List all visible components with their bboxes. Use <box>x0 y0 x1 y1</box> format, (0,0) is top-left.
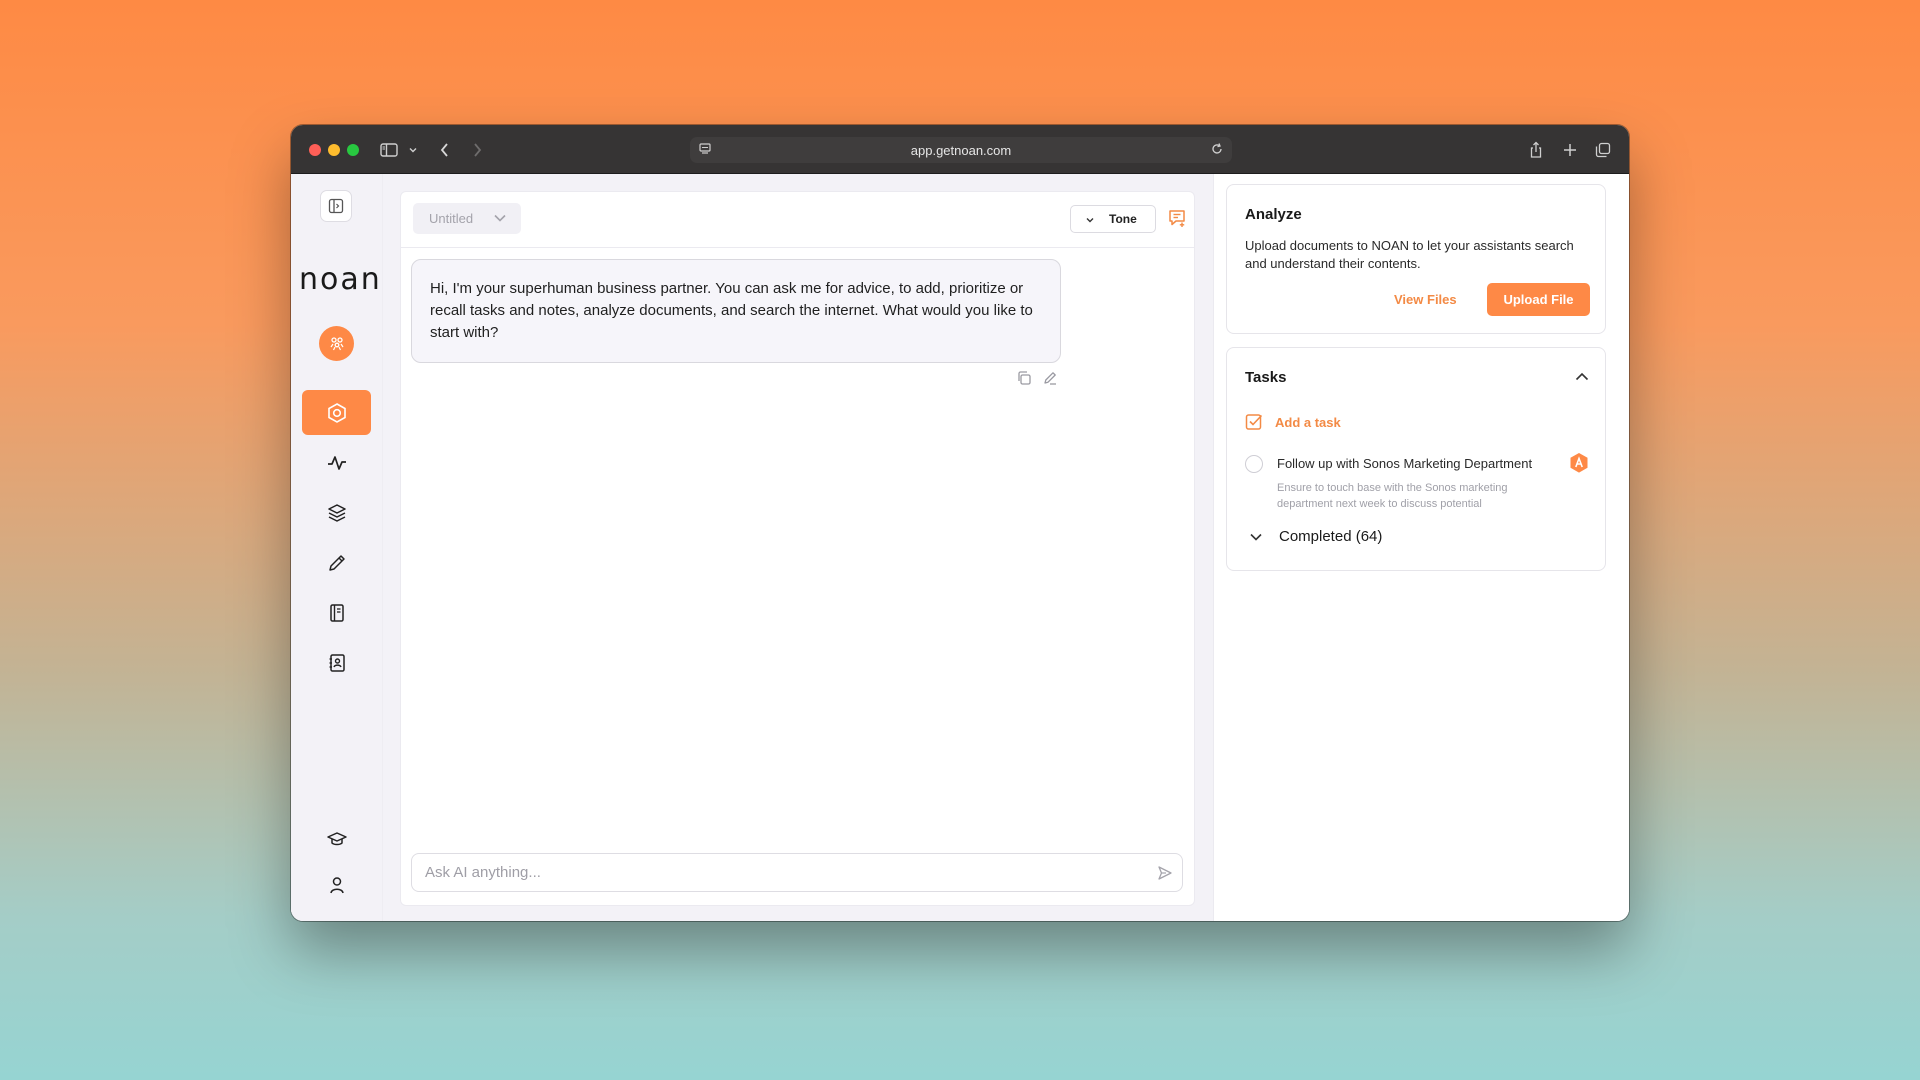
chat-panel: Untitled Tone Hi, I'm your superhuman bu… <box>400 191 1195 906</box>
url-text: app.getnoan.com <box>910 142 1012 158</box>
right-panel: Analyze Upload documents to NOAN to let … <box>1213 174 1629 921</box>
assistant-badge-icon <box>1569 452 1589 479</box>
layers-icon <box>327 503 346 522</box>
chat-header: Untitled Tone <box>401 192 1194 248</box>
view-files-button[interactable]: View Files <box>1394 292 1457 307</box>
message-actions <box>1016 370 1058 391</box>
task-description: Ensure to touch base with the Sonos mark… <box>1277 482 1508 510</box>
completed-label: Completed (64) <box>1279 528 1383 545</box>
analyze-description: Upload documents to NOAN to let your ass… <box>1245 238 1574 271</box>
copy-icon[interactable] <box>1016 370 1032 391</box>
page-settings-icon[interactable] <box>698 142 712 159</box>
share-icon[interactable] <box>1525 139 1547 161</box>
close-window-button[interactable] <box>309 144 321 156</box>
zoom-window-button[interactable] <box>347 144 359 156</box>
sidebar-toggle-icon[interactable] <box>378 139 400 161</box>
chevron-down-icon[interactable] <box>402 139 424 161</box>
analyze-card: Analyze Upload documents to NOAN to let … <box>1226 184 1606 334</box>
task-checkbox[interactable] <box>1245 455 1263 473</box>
tone-dropdown[interactable]: Tone <box>1070 205 1156 233</box>
send-icon[interactable] <box>1157 865 1173 886</box>
nav-assistant[interactable] <box>302 390 371 435</box>
nav-notes[interactable] <box>302 540 371 585</box>
address-bar[interactable]: app.getnoan.com <box>690 137 1232 163</box>
book-icon <box>329 603 344 622</box>
tasks-title: Tasks <box>1245 369 1287 386</box>
new-chat-icon[interactable] <box>1167 208 1187 233</box>
pencil-icon <box>328 554 345 571</box>
nav-contacts[interactable] <box>302 640 371 685</box>
forward-icon[interactable] <box>466 139 488 161</box>
app-area: noan Untitled Tone Hi, I'm your superhum… <box>291 174 1629 921</box>
nav-activity[interactable] <box>302 440 371 485</box>
nav-playbook[interactable] <box>302 590 371 635</box>
user-icon <box>329 876 344 893</box>
graduation-cap-icon <box>326 831 347 845</box>
upload-file-button[interactable]: Upload File <box>1487 283 1590 316</box>
pulse-icon <box>327 455 346 470</box>
panel-icon <box>328 198 344 214</box>
analyze-title: Analyze <box>1245 206 1302 223</box>
chevron-down-icon <box>1250 533 1262 541</box>
checkbox-add-icon <box>1245 414 1263 430</box>
edit-icon[interactable] <box>1042 370 1058 391</box>
back-icon[interactable] <box>434 139 456 161</box>
tone-label: Tone <box>1109 212 1137 226</box>
browser-titlebar: app.getnoan.com <box>291 125 1629 174</box>
tab-overview-icon[interactable] <box>1592 139 1614 161</box>
conversation-title: Untitled <box>429 211 474 226</box>
minimize-window-button[interactable] <box>328 144 340 156</box>
conversation-title-select[interactable]: Untitled <box>413 203 521 234</box>
contacts-icon <box>329 653 345 672</box>
chevron-up-icon[interactable] <box>1574 370 1590 388</box>
reload-icon[interactable] <box>1210 142 1224 159</box>
assistant-message: Hi, I'm your superhuman business partner… <box>411 259 1061 363</box>
chevron-down-icon <box>1085 214 1095 228</box>
nav-profile[interactable] <box>302 862 371 907</box>
tasks-card: Tasks Add a task Follow up with Sonos Ma… <box>1226 347 1606 571</box>
collapse-sidebar-button[interactable] <box>320 190 352 222</box>
nav-academy[interactable] <box>302 816 371 861</box>
chat-input-box <box>411 853 1183 892</box>
completed-toggle[interactable]: Completed (64) <box>1249 528 1382 545</box>
team-icon <box>330 336 343 350</box>
sidebar: noan <box>291 174 383 921</box>
workspace-avatar[interactable] <box>319 326 354 361</box>
assistant-message-text: Hi, I'm your superhuman business partner… <box>430 280 1033 341</box>
noan-logo: noan <box>299 262 382 297</box>
chevron-down-icon <box>493 212 507 227</box>
nav-layers[interactable] <box>302 490 371 535</box>
add-task-button[interactable]: Add a task <box>1245 413 1341 431</box>
browser-window: app.getnoan.com noan Untitled Tone Hi, I… <box>291 125 1629 921</box>
hexagon-icon <box>327 402 346 423</box>
chat-input[interactable] <box>412 854 1182 891</box>
task-title: Follow up with Sonos Marketing Departmen… <box>1277 456 1533 471</box>
add-task-label: Add a task <box>1275 414 1341 430</box>
new-tab-icon[interactable] <box>1559 139 1581 161</box>
